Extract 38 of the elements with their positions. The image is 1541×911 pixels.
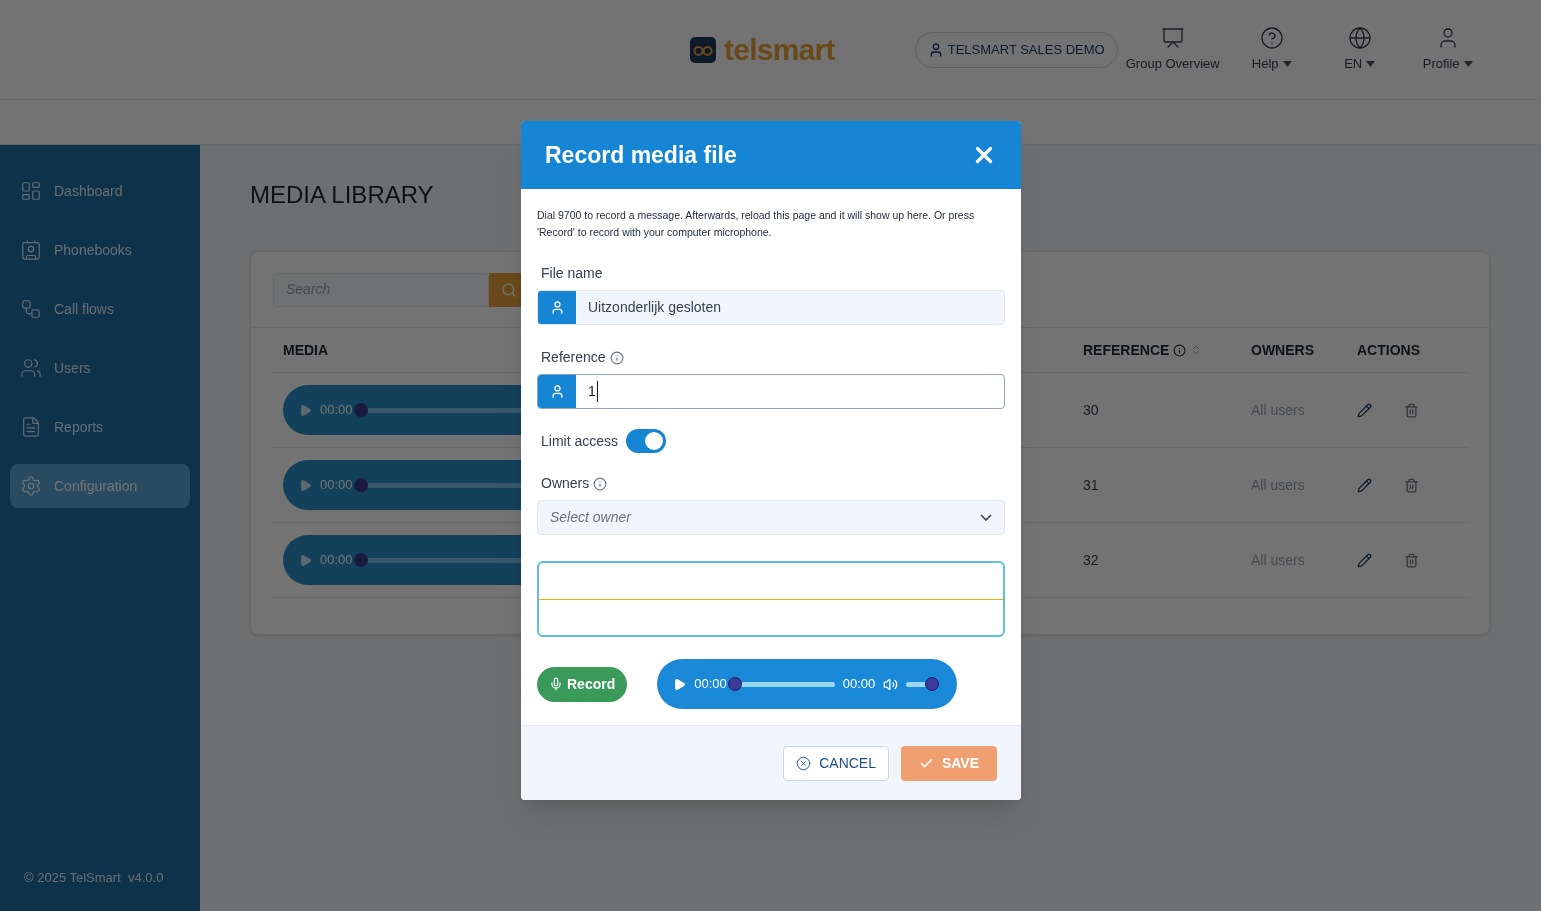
table-cell-text: 32	[1083, 550, 1100, 570]
owner-select[interactable]: Select owner	[537, 500, 1005, 535]
field-label: Owners	[541, 474, 590, 493]
nav-menu[interactable]: Profile	[1403, 25, 1492, 74]
cancel-button[interactable]: CANCEL	[783, 745, 889, 781]
nav-menu[interactable]: Help	[1227, 25, 1316, 74]
record-button[interactable]: Record	[537, 666, 628, 702]
page-title: MEDIA LIBRARY	[250, 180, 435, 210]
time-label: 00:00	[320, 476, 353, 495]
nav-menu[interactable]: Group Overview	[1117, 25, 1228, 74]
field-label: Reference	[541, 348, 606, 367]
duration-label: 00:00	[842, 675, 876, 694]
sidebar-item[interactable]: Call flows	[10, 287, 190, 331]
text-field[interactable]: Uitzonderlijk gesloten	[537, 290, 1005, 325]
audio-player[interactable]: 00:00 00:00	[657, 659, 958, 709]
time-label: 00:00	[320, 401, 353, 420]
sidebar-item[interactable]: Reports	[10, 405, 190, 449]
save-button[interactable]: SAVE	[901, 745, 997, 781]
column-header: MEDIA	[283, 341, 329, 358]
sidebar-item[interactable]: Phonebooks	[10, 228, 190, 272]
time-label: 00:00	[320, 551, 353, 570]
dialog-title: Record media file	[545, 140, 737, 170]
column-header: OWNERS	[1251, 340, 1315, 360]
brand-logo: telsmart	[724, 32, 835, 68]
sidebar-item[interactable]: Dashboard	[10, 169, 190, 213]
instruction-text: Dial 9700 to record a message. Afterwards, reload this page and it will show up here. Or press 'Record' to record with your computer microphone.	[537, 208, 976, 240]
table-cell-text: 30	[1083, 400, 1100, 420]
time-label: 00:00	[694, 675, 727, 694]
sidebar-item[interactable]: Configuration	[10, 464, 190, 508]
toggle-label: Limit access	[541, 431, 619, 451]
field-label: File name	[541, 264, 604, 283]
column-header: REFERENCE	[1083, 340, 1170, 360]
text-field[interactable]: 1	[537, 374, 1005, 409]
table-cell-text: 31	[1083, 475, 1100, 495]
sidebar-item[interactable]: Users	[10, 346, 190, 390]
column-header: ACTIONS	[1357, 340, 1420, 360]
nav-menu[interactable]: EN	[1315, 25, 1404, 74]
copyright-text: © 2025 TelSmart v4.0.0	[23, 868, 165, 887]
